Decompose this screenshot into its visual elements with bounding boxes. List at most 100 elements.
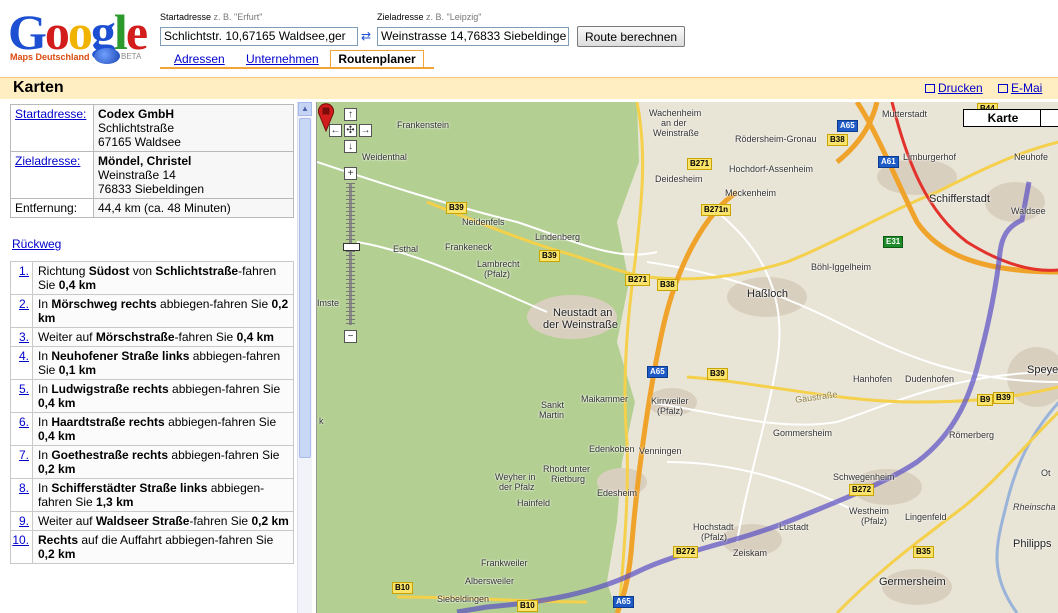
map-label-k: k <box>319 416 324 426</box>
step-instruction: In Neuhofener Straße links abbiegen-fahr… <box>33 347 293 379</box>
step-number-link[interactable]: 7. <box>11 446 33 478</box>
map-label-rhodt-1: Rhodt unter <box>543 464 591 474</box>
pan-up-icon[interactable]: ↑ <box>344 108 357 121</box>
map-label-hochdorf: Hochdorf-Assenheim <box>729 164 814 174</box>
step-number-link[interactable]: 8. <box>11 479 33 511</box>
route-summary-table: Startadresse: Codex GmbH Schlichtstraße … <box>10 104 294 218</box>
shield-b35: B35 <box>913 546 934 558</box>
map-label-martin: Martin <box>539 410 565 420</box>
dest-key-cell: Zieladresse: <box>10 151 94 199</box>
step-b1: Südost <box>88 264 130 278</box>
map-label-hanhofen: Hanhofen <box>853 374 893 384</box>
map-label-lingenfeld: Lingenfeld <box>905 512 947 522</box>
step-b1: Schifferstädter Straße links <box>51 481 208 495</box>
step-dist: 0,2 km <box>38 547 76 561</box>
zoom-slider-knob[interactable] <box>343 243 360 251</box>
start-address-input[interactable]: Schlichtstr. 10,67165 Waldsee,ger <box>160 27 358 46</box>
shield-b39: B39 <box>707 368 728 380</box>
pan-right-icon[interactable]: → <box>359 124 372 137</box>
map-label-hochstadt-2: (Pfalz) <box>701 532 728 542</box>
zoom-out-icon[interactable]: − <box>344 330 357 343</box>
direction-step[interactable]: 9. Weiter auf Waldseer Straße-fahren Sie … <box>10 511 294 530</box>
envelope-icon <box>998 84 1008 93</box>
step-post: abbiegen-fahren Sie <box>168 382 281 396</box>
map-label-waldsee: Waldsee <box>1011 206 1046 216</box>
zoom-in-icon[interactable]: + <box>344 167 357 180</box>
start-address-link[interactable]: Startadresse: <box>15 107 86 121</box>
panel-scrollbar[interactable]: ▲ <box>297 102 312 613</box>
pan-center-icon[interactable]: ✣ <box>344 124 357 137</box>
calculate-route-button[interactable]: Route berechnen <box>577 26 686 47</box>
directions-panel: Startadresse: Codex GmbH Schlichtstraße … <box>8 102 314 613</box>
step-post: abbiegen-fahren Sie <box>164 415 277 429</box>
pan-down-icon[interactable]: ↓ <box>344 140 357 153</box>
shield-e31: E31 <box>883 236 904 248</box>
print-link[interactable]: Drucken <box>925 81 983 95</box>
step-number-link[interactable]: 5. <box>11 380 33 412</box>
scroll-thumb[interactable] <box>299 118 311 458</box>
start-address-cell: Codex GmbH Schlichtstraße 67165 Waldsee <box>93 104 294 152</box>
swap-addresses-icon[interactable]: ⇄ <box>361 29 371 43</box>
tab-adressen[interactable]: Adressen <box>174 51 225 67</box>
step-b1: Neuhofener Straße links <box>51 349 190 363</box>
step-post: -fahren Sie <box>189 514 252 528</box>
map-label-lindenberg: Lindenberg <box>535 232 581 242</box>
map-type-satellite-button[interactable] <box>1040 109 1058 127</box>
dest-street: Weinstraße 14 <box>98 168 176 182</box>
zoom-slider[interactable] <box>343 183 360 325</box>
start-key-cell: Startadresse: <box>10 104 94 152</box>
map-type-karte-button[interactable]: Karte <box>963 109 1043 127</box>
google-maps-logo[interactable]: Google Maps Deutschland BETA <box>8 4 148 66</box>
direction-step[interactable]: 1. Richtung Südost von Schlichtstraße-fah… <box>10 261 294 294</box>
step-number-link[interactable]: 3. <box>11 328 33 346</box>
step-post: -fahren Sie <box>174 330 237 344</box>
step-number-link[interactable]: 4. <box>11 347 33 379</box>
direction-steps: 1. Richtung Südost von Schlichtstraße-fah… <box>10 261 294 564</box>
return-route-link[interactable]: Rückweg <box>12 237 61 251</box>
direction-step[interactable]: 2. In Mörschweg rechts abbiegen-fahren Si… <box>10 294 294 327</box>
scroll-up-arrow-icon[interactable]: ▲ <box>298 102 312 116</box>
map-label-edenkoben: Edenkoben <box>589 444 635 454</box>
step-dist: 0,2 km <box>251 514 289 528</box>
shield-a65: A65 <box>647 366 668 378</box>
direction-step[interactable]: 5. In Ludwigstraße rechts abbiegen-fahren… <box>10 379 294 412</box>
shield-a65: A65 <box>613 596 634 608</box>
map-label-albersweiler: Albersweiler <box>465 576 515 586</box>
dest-city: 76833 Siebeldingen <box>98 182 205 196</box>
step-pre: In <box>38 382 52 396</box>
destination-marker-icon[interactable] <box>317 102 335 132</box>
shield-b39: B39 <box>993 392 1014 404</box>
step-pre: In <box>38 415 52 429</box>
start-city: 67165 Waldsee <box>98 135 181 149</box>
destination-address-input[interactable]: Weinstrasse 14,76833 Siebeldinge <box>377 27 569 46</box>
step-number-link[interactable]: 10. <box>11 531 33 563</box>
map-label-deidesheim: Deidesheim <box>655 174 703 184</box>
step-number-link[interactable]: 1. <box>11 262 33 294</box>
map-label-lustadt: Lustadt <box>779 522 809 532</box>
step-dist: 0,4 km <box>38 429 76 443</box>
direction-step[interactable]: 8. In Schifferstädter Straße links abbieg… <box>10 478 294 511</box>
map-label-weidenthal: Weidenthal <box>362 152 407 162</box>
direction-step[interactable]: 6. In Haardtstraße rechts abbiegen-fahren… <box>10 412 294 445</box>
map-label-zeiskam: Zeiskam <box>733 548 768 558</box>
destination-address-link[interactable]: Zieladresse: <box>15 154 80 168</box>
tab-unternehmen[interactable]: Unternehmen <box>246 51 319 67</box>
direction-step[interactable]: 7. In Goethestraße rechts abbiegen-fahren… <box>10 445 294 478</box>
step-b1: Haardtstraße rechts <box>51 415 165 429</box>
email-link[interactable]: E-Mai <box>998 81 1042 95</box>
direction-step[interactable]: 10. Rechts auf die Auffahrt abbiegen-fahr… <box>10 530 294 564</box>
start-name: Codex GmbH <box>98 107 175 121</box>
map-label-neuhofen: Neuhofe <box>1014 152 1049 162</box>
map-label-imste: Imste <box>317 298 340 308</box>
shield-b38: B38 <box>827 134 848 146</box>
step-number-link[interactable]: 2. <box>11 295 33 327</box>
step-number-link[interactable]: 9. <box>11 512 33 530</box>
map-view[interactable]: Frankenstein Weidenthal Neidenfels Estha… <box>316 102 1058 613</box>
step-b1: Ludwigstraße rechts <box>51 382 169 396</box>
step-pre: Richtung <box>38 264 89 278</box>
direction-step[interactable]: 3. Weiter auf Mörschstraße-fahren Sie 0,4… <box>10 327 294 346</box>
shield-b271: B271 <box>687 158 713 170</box>
map-label-westheim-2: (Pfalz) <box>861 516 888 526</box>
step-number-link[interactable]: 6. <box>11 413 33 445</box>
direction-step[interactable]: 4. In Neuhofener Straße links abbiegen-fa… <box>10 346 294 379</box>
